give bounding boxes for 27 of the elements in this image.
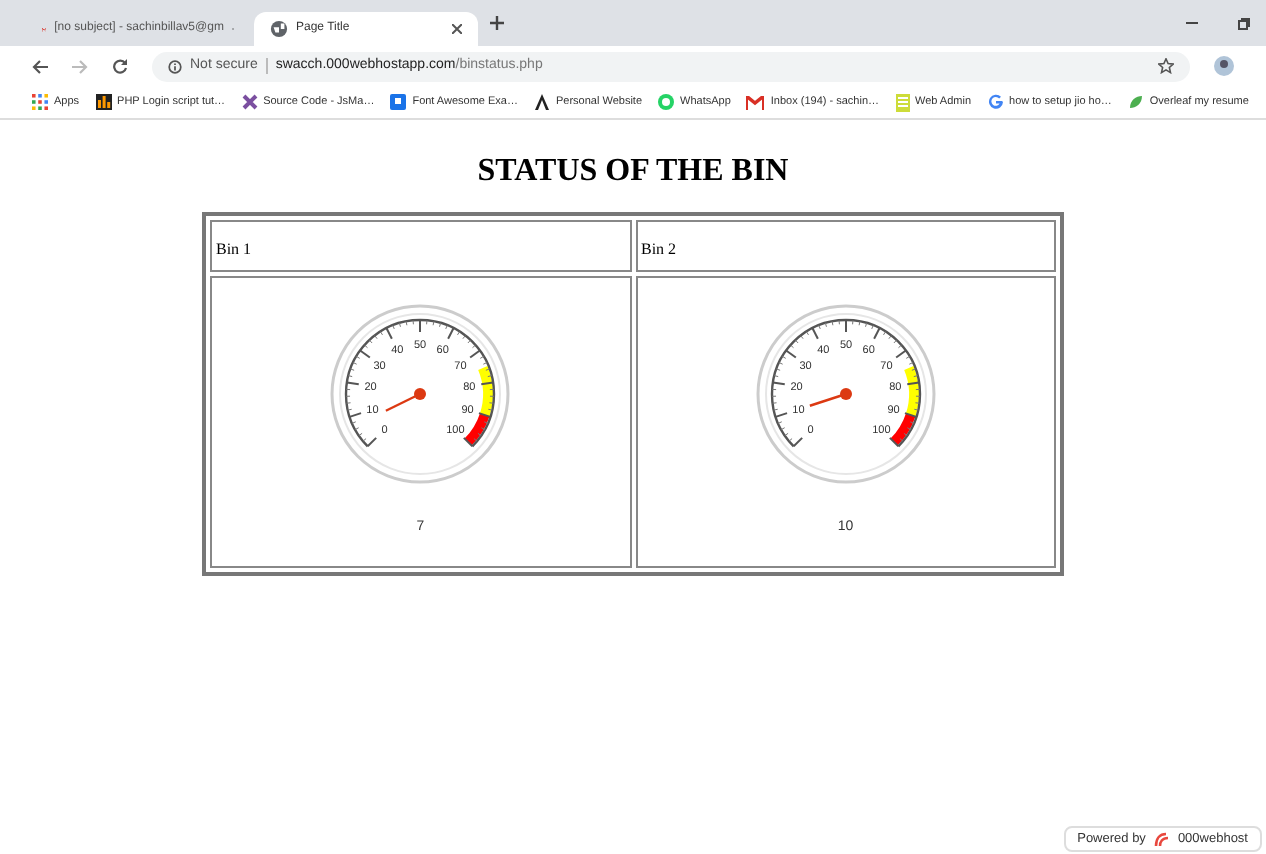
danger-band: [889, 413, 915, 446]
warning-band: [478, 366, 494, 417]
star-icon[interactable]: [1158, 58, 1174, 74]
back-icon[interactable]: [32, 59, 48, 73]
flag-icon: [390, 94, 407, 110]
reload-icon[interactable]: [112, 58, 128, 74]
danger-band: [464, 413, 490, 446]
document-icon: [895, 93, 909, 111]
globe-icon: [270, 20, 288, 38]
info-icon: [168, 59, 182, 73]
chat-icon: [658, 94, 675, 110]
leaf-icon: [1127, 94, 1144, 110]
avatar-icon[interactable]: [1214, 56, 1234, 76]
restore-icon[interactable]: [1238, 17, 1250, 29]
warning-band: [903, 366, 919, 417]
page-heading: STATUS OF THE BIN: [475, 152, 791, 192]
letter-a-icon: [534, 94, 550, 110]
gauge-needle: [385, 388, 427, 412]
column-header: Bin 2: [639, 240, 677, 258]
new-tab-icon[interactable]: [490, 16, 504, 30]
bar-chart-icon: [95, 94, 112, 110]
swirl-icon: [1153, 831, 1170, 847]
gauge-needle: [809, 388, 852, 407]
apps-icon: [32, 94, 48, 110]
g-icon: [987, 94, 1004, 110]
column-header: Bin 1: [214, 240, 252, 258]
cross-icon: [241, 94, 258, 110]
